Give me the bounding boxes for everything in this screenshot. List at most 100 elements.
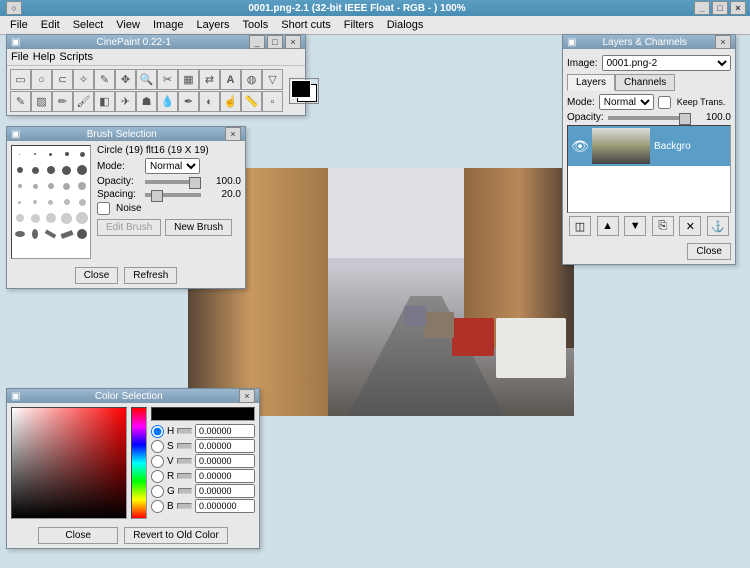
toolbox-close[interactable]: × xyxy=(285,35,301,49)
tool-flip[interactable]: ⇄ xyxy=(199,69,220,90)
tool-move[interactable]: ✥ xyxy=(115,69,136,90)
tab-channels[interactable]: Channels xyxy=(615,74,675,91)
value-v[interactable] xyxy=(195,454,255,468)
menu-filters[interactable]: Filters xyxy=(338,17,380,33)
revert-button[interactable]: Revert to Old Color xyxy=(124,527,228,544)
brush-mode-select[interactable]: Normal xyxy=(145,158,200,174)
radio-v[interactable] xyxy=(151,455,164,468)
image-select[interactable]: 0001.png-2 xyxy=(602,55,731,71)
toolbox-min[interactable]: _ xyxy=(249,35,265,49)
menu-tools[interactable]: Tools xyxy=(237,17,275,33)
hue-slider[interactable] xyxy=(131,407,147,519)
tool-convolve[interactable]: 💧 xyxy=(157,91,178,112)
sysmenu-icon[interactable]: ○ xyxy=(6,1,22,15)
raise-layer-button[interactable]: ▲ xyxy=(597,216,619,236)
color-close-button[interactable]: Close xyxy=(38,527,118,544)
delete-layer-button[interactable]: ✕ xyxy=(679,216,701,236)
tool-brush[interactable]: 🖌 xyxy=(73,91,94,112)
toolbox-title: CinePaint 0.22-1 xyxy=(20,37,247,48)
layers-close-button[interactable]: Close xyxy=(687,243,731,260)
brush-close-x[interactable]: × xyxy=(225,127,241,141)
radio-b[interactable] xyxy=(151,500,164,513)
toolbox-menu-file[interactable]: File xyxy=(11,51,29,63)
value-r[interactable] xyxy=(195,469,255,483)
slider-h[interactable] xyxy=(177,428,192,434)
new-layer-button[interactable]: ◫ xyxy=(569,216,591,236)
tool-clone[interactable]: ☗ xyxy=(136,91,157,112)
tool-airbrush[interactable]: ✈ xyxy=(115,91,136,112)
layers-opacity-slider[interactable] xyxy=(608,116,691,120)
tool-blend[interactable]: ▨ xyxy=(31,91,52,112)
new-brush-button[interactable]: New Brush xyxy=(165,219,232,236)
slider-b[interactable] xyxy=(177,503,192,509)
eye-icon[interactable]: 👁 xyxy=(568,126,592,166)
slider-r[interactable] xyxy=(177,473,192,479)
brush-spacing-slider[interactable] xyxy=(145,193,201,197)
tool-text[interactable]: A xyxy=(220,69,241,90)
color-swatch[interactable] xyxy=(289,78,319,104)
brush-refresh-button[interactable]: Refresh xyxy=(124,267,177,284)
menu-shortcuts[interactable]: Short cuts xyxy=(275,17,337,33)
tool-measure[interactable]: 📏 xyxy=(241,91,262,112)
tab-layers[interactable]: Layers xyxy=(567,74,615,91)
tool-eraser[interactable]: ◧ xyxy=(94,91,115,112)
menu-dialogs[interactable]: Dialogs xyxy=(381,17,430,33)
radio-r[interactable] xyxy=(151,470,164,483)
menu-select[interactable]: Select xyxy=(67,17,110,33)
toolbox-menu-help[interactable]: Help xyxy=(33,51,56,63)
color-close-x[interactable]: × xyxy=(239,389,255,403)
value-g[interactable] xyxy=(195,484,255,498)
slider-g[interactable] xyxy=(178,488,192,494)
value-b[interactable] xyxy=(195,499,255,513)
brush-title: Brush Selection xyxy=(20,129,223,140)
tool-smudge[interactable]: ☝ xyxy=(220,91,241,112)
keep-trans-checkbox[interactable] xyxy=(658,96,671,109)
menu-image[interactable]: Image xyxy=(147,17,190,33)
tool-ink[interactable]: ✒ xyxy=(178,91,199,112)
anchor-layer-button[interactable]: ⚓ xyxy=(707,216,729,236)
tool-spray[interactable]: ◍ xyxy=(241,69,262,90)
layer-list[interactable]: 👁 Backgro xyxy=(567,125,731,213)
tool-zoom[interactable]: 🔍 xyxy=(136,69,157,90)
menu-edit[interactable]: Edit xyxy=(35,17,66,33)
tool-wand[interactable]: ✧ xyxy=(73,69,94,90)
brush-opacity-slider[interactable] xyxy=(145,180,201,184)
lower-layer-button[interactable]: ▼ xyxy=(624,216,646,236)
minimize-button[interactable]: _ xyxy=(694,1,710,15)
toolbox-menu-scripts[interactable]: Scripts xyxy=(59,51,93,63)
tool-lasso[interactable]: ⊂ xyxy=(52,69,73,90)
tool-extra[interactable]: ▫ xyxy=(262,91,283,112)
maximize-button[interactable]: □ xyxy=(712,1,728,15)
noise-checkbox[interactable] xyxy=(97,202,110,215)
menu-view[interactable]: View xyxy=(110,17,146,33)
tool-crop[interactable]: ✂ xyxy=(157,69,178,90)
brush-list[interactable] xyxy=(11,145,91,259)
layers-close-x[interactable]: × xyxy=(715,35,731,49)
tool-pencil[interactable]: ✏ xyxy=(52,91,73,112)
radio-h[interactable] xyxy=(151,425,164,438)
layer-item-background[interactable]: 👁 Backgro xyxy=(568,126,730,166)
tool-bucket[interactable]: ▽ xyxy=(262,69,283,90)
tool-transform[interactable]: ▦ xyxy=(178,69,199,90)
layers-mode-select[interactable]: Normal xyxy=(599,94,654,110)
slider-v[interactable] xyxy=(177,458,192,464)
brush-close-button[interactable]: Close xyxy=(75,267,119,284)
slider-s[interactable] xyxy=(177,443,192,449)
tool-dodge[interactable]: ◐ xyxy=(199,91,220,112)
menu-file[interactable]: File xyxy=(4,17,34,33)
tool-rect-select[interactable]: ▭ xyxy=(10,69,31,90)
tool-eyedropper[interactable]: ✎ xyxy=(10,91,31,112)
toolbox-max[interactable]: □ xyxy=(267,35,283,49)
tool-bezier[interactable]: ✎ xyxy=(94,69,115,90)
value-s[interactable] xyxy=(195,439,255,453)
layers-opacity-value: 100.0 xyxy=(695,112,731,123)
close-button[interactable]: × xyxy=(730,1,746,15)
hsv-picker[interactable] xyxy=(11,407,127,519)
radio-g[interactable] xyxy=(151,485,164,498)
value-h[interactable] xyxy=(195,424,255,438)
tool-ellipse-select[interactable]: ○ xyxy=(31,69,52,90)
menu-layers[interactable]: Layers xyxy=(191,17,236,33)
brush-spacing-value: 20.0 xyxy=(205,189,241,200)
radio-s[interactable] xyxy=(151,440,164,453)
duplicate-layer-button[interactable]: ⎘ xyxy=(652,216,674,236)
